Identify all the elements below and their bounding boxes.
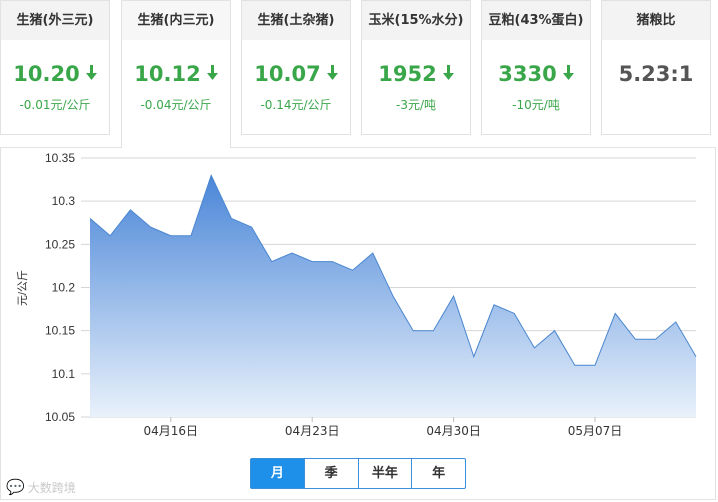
data-point[interactable]	[268, 258, 276, 266]
x-tick-labels: 04月16日 04月23日 04月30日 05月07日	[144, 417, 623, 438]
card-title: 生猪(内三元)	[122, 1, 230, 40]
data-point[interactable]	[126, 206, 134, 214]
y-axis-label: 元/公斤	[16, 270, 29, 306]
data-point[interactable]	[510, 309, 518, 317]
y-tick-label: 10.2	[52, 281, 76, 295]
price-value: 10.07	[254, 62, 321, 86]
card-soymeal[interactable]: 豆粕(43%蛋白) 3330 -10元/吨	[481, 0, 591, 135]
price-area-chart: 10.0510.110.1510.210.2510.310.35 04月16日 0…	[16, 151, 700, 438]
data-point[interactable]	[106, 232, 114, 240]
data-point[interactable]	[692, 353, 700, 361]
card-pig-grain-ratio[interactable]: 猪粮比 5.23:1	[601, 0, 711, 135]
data-point[interactable]	[571, 361, 579, 369]
y-tick-label: 10.3	[52, 194, 76, 208]
price-cards: 生猪(外三元) 10.20 -0.01元/公斤 生猪(内三元) 10.12 -0…	[0, 0, 718, 148]
data-point[interactable]	[530, 344, 538, 352]
card-price: 10.12	[122, 62, 230, 87]
period-year-button[interactable]: 年	[412, 459, 465, 488]
price-value: 3330	[498, 62, 557, 86]
x-tick-label: 04月16日	[144, 424, 199, 438]
down-arrow-icon	[442, 61, 454, 85]
card-title: 猪粮比	[602, 1, 710, 40]
x-tick-label: 04月30日	[426, 424, 481, 438]
price-value: 1952	[378, 62, 437, 86]
data-point[interactable]	[591, 361, 599, 369]
price-value: 5.23:1	[618, 62, 694, 86]
down-arrow-icon	[326, 61, 338, 85]
card-price: 1952	[362, 62, 470, 87]
card-pig-outer-three[interactable]: 生猪(外三元) 10.20 -0.01元/公斤	[0, 0, 110, 135]
card-change: -3元/吨	[395, 98, 436, 112]
period-selector: 月 季 半年 年	[250, 458, 466, 489]
data-point[interactable]	[349, 266, 357, 274]
watermark-logo-icon: 💬	[6, 478, 25, 496]
data-point[interactable]	[207, 171, 215, 179]
data-point[interactable]	[631, 335, 639, 343]
data-point[interactable]	[248, 223, 256, 231]
x-tick-label: 05月07日	[568, 424, 623, 438]
watermark-text: 大数跨境	[27, 480, 76, 495]
card-corn[interactable]: 玉米(15%水分) 1952 -3元/吨	[361, 0, 471, 135]
card-title: 生猪(土杂猪)	[242, 1, 350, 40]
card-pig-inner-three[interactable]: 生猪(内三元) 10.12 -0.04元/公斤	[121, 0, 231, 148]
data-point[interactable]	[611, 309, 619, 317]
card-change: -0.14元/公斤	[260, 98, 332, 112]
data-point[interactable]	[288, 249, 296, 257]
period-halfyear-button[interactable]: 半年	[359, 459, 413, 488]
card-title: 豆粕(43%蛋白)	[482, 1, 590, 40]
period-month-button[interactable]: 月	[251, 459, 305, 488]
y-tick-label: 10.25	[45, 237, 75, 251]
data-point[interactable]	[409, 327, 417, 335]
data-point[interactable]	[187, 232, 195, 240]
data-point[interactable]	[672, 318, 680, 326]
data-point[interactable]	[470, 353, 478, 361]
x-tick-label: 04月23日	[285, 424, 340, 438]
card-price: 10.20	[1, 62, 109, 87]
y-tick-label: 10.15	[45, 324, 75, 338]
data-point[interactable]	[328, 258, 336, 266]
y-tick-label: 10.1	[52, 367, 76, 381]
card-price: 5.23:1	[602, 62, 710, 86]
y-tick-label: 10.05	[45, 410, 75, 424]
data-point[interactable]	[308, 258, 316, 266]
price-value: 10.12	[134, 62, 201, 86]
data-point[interactable]	[369, 249, 377, 257]
data-point[interactable]	[147, 223, 155, 231]
data-point[interactable]	[652, 335, 660, 343]
watermark: 💬 大数跨境	[6, 478, 76, 496]
card-price: 10.07	[242, 62, 350, 87]
data-point[interactable]	[389, 292, 397, 300]
y-tick-label: 10.35	[45, 151, 75, 165]
down-arrow-icon	[85, 61, 97, 85]
chart-panel: 10.05 10.1 10.15 10.2 10.25 10.3 10.35 04月16日 0…	[0, 147, 716, 500]
data-point[interactable]	[450, 292, 458, 300]
down-arrow-icon	[206, 61, 218, 85]
data-point[interactable]	[490, 301, 498, 309]
price-value: 10.20	[13, 62, 80, 86]
y-tick-labels: 10.05 10.1 10.15 10.2 10.25 10.3 10.35	[45, 151, 75, 424]
card-price: 3330	[482, 62, 590, 87]
period-quarter-button[interactable]: 季	[305, 459, 359, 488]
data-point[interactable]	[227, 214, 235, 222]
card-pig-local[interactable]: 生猪(土杂猪) 10.07 -0.14元/公斤	[241, 0, 351, 135]
data-point[interactable]	[86, 214, 94, 222]
card-change: -10元/吨	[512, 98, 560, 112]
card-title: 玉米(15%水分)	[362, 1, 470, 40]
data-point[interactable]	[551, 327, 559, 335]
card-change: -0.04元/公斤	[140, 98, 212, 112]
card-change: -0.01元/公斤	[19, 98, 91, 112]
card-title: 生猪(外三元)	[1, 1, 109, 40]
data-point[interactable]	[429, 327, 437, 335]
data-point[interactable]	[167, 232, 175, 240]
down-arrow-icon	[562, 61, 574, 85]
